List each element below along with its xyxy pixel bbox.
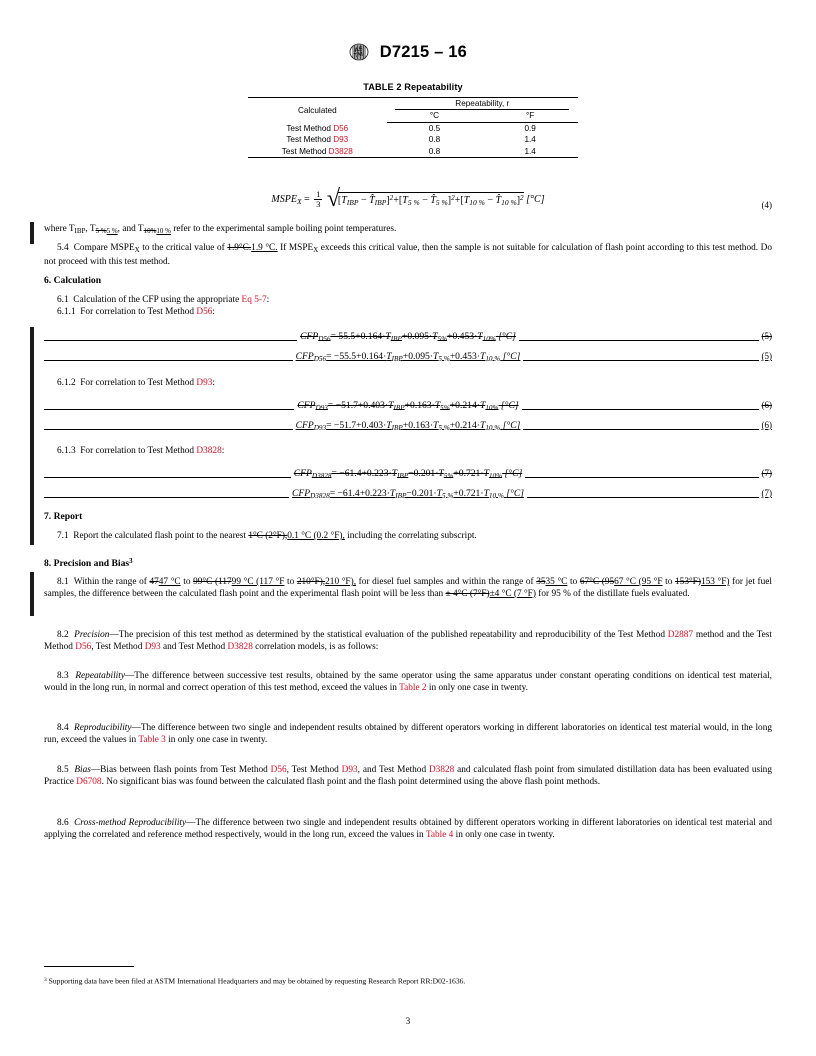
- paragraph-6-1-2: 6.1.2 For correlation to Test Method D93…: [57, 378, 216, 388]
- paragraph-8-4: 8.4 Reproducibility—The difference betwe…: [44, 723, 772, 745]
- cell-f: 1.4: [482, 145, 578, 158]
- paragraph-8-5: 8.5 Bias—Bias between flash points from …: [44, 765, 772, 787]
- link-eq-5-7[interactable]: Eq 5-7: [242, 295, 267, 305]
- th-fahrenheit: °F: [482, 110, 578, 123]
- paragraph-8-2: 8.2 Precision—The precision of this test…: [44, 630, 772, 652]
- equation-4-number: (4): [761, 200, 773, 210]
- fraction-one-third: 13: [314, 190, 323, 209]
- page-number: 3: [405, 1016, 411, 1026]
- section-7-heading: 7. Report: [44, 511, 83, 522]
- square-root: √ [TIBP − T̂IBP]2+[T5 % − T̂5 %]2+[T10 %…: [326, 185, 524, 212]
- paragraph-6-1-1: 6.1.1 For correlation to Test Method D56…: [57, 307, 216, 317]
- link-d93[interactable]: D93: [342, 765, 358, 775]
- equation-5-deleted: CFPD56= 55.5+0.164·TIBP+0.095·T5%+0.453·…: [44, 331, 772, 349]
- link-d56[interactable]: D56: [75, 642, 91, 652]
- astm-logo-icon: AS TM: [349, 42, 369, 67]
- th-celsius: °C: [386, 110, 483, 123]
- equation-6-number: (6): [758, 420, 772, 430]
- equation-6-deleted: CFPD93= −51.7+0.403·TIBP+0.163·T5%+0.214…: [44, 400, 772, 418]
- link-d56[interactable]: D56: [271, 765, 287, 775]
- paragraph-8-3: 8.3 Repeatability—The difference between…: [44, 671, 772, 693]
- cell-method: Test Method D56: [286, 123, 349, 133]
- th-repeatability-group: Repeatability, r: [386, 97, 578, 111]
- equation-7-deleted: CFPD3828= −61.4+0.223·TIBP−0.201·T5%+0.7…: [44, 468, 772, 486]
- link-d2887[interactable]: D2887: [668, 630, 693, 640]
- equation-7-number: (7): [758, 488, 772, 498]
- document-page: AS TM D7215 – 16 TABLE 2 Repeatability C…: [0, 0, 816, 1056]
- change-bar: [30, 572, 34, 616]
- link-d3828[interactable]: D3828: [429, 765, 454, 775]
- page-header: AS TM D7215 – 16: [0, 42, 816, 67]
- link-d3828[interactable]: D3828: [329, 147, 353, 156]
- equation-4: MSPEX = 13 √ [TIBP − T̂IBP]2+[T5 % − T̂5…: [44, 185, 773, 224]
- link-d6708[interactable]: D6708: [76, 777, 101, 787]
- equation-7-inserted: CFPD3828= −61.4+0.223·TIBP−0.201·T5 %+0.…: [44, 488, 772, 506]
- cell-method: Test Method D3828: [248, 145, 387, 158]
- table-row: Test Method D93 0.8 1.4: [248, 134, 578, 145]
- section-6-heading: 6. Calculation: [44, 275, 102, 286]
- link-d93[interactable]: D93: [145, 642, 161, 652]
- cell-method: Test Method D93: [286, 135, 349, 145]
- th-calculated: Calculated: [248, 97, 387, 123]
- equation-6-number: (6): [758, 400, 772, 410]
- link-table-2[interactable]: Table 2: [399, 683, 427, 693]
- equation-5-inserted: CFPD56= −55.5+0.164·TIBP+0.095·T5 %+0.45…: [44, 351, 772, 369]
- link-d93[interactable]: D93: [196, 378, 212, 388]
- paragraph-7-1: 7.1 Report the calculated flash point to…: [57, 531, 477, 541]
- table-2-title: TABLE 2 Repeatability: [363, 82, 463, 92]
- section-8-heading: 8. Precision and Bias3: [44, 557, 133, 569]
- cell-c: 0.5: [428, 123, 441, 133]
- link-table-3[interactable]: Table 3: [138, 735, 166, 745]
- equation-6-inserted: CFPD93= −51.7+0.403·TIBP+0.163·T5 %+0.21…: [44, 420, 772, 438]
- link-d93[interactable]: D93: [333, 135, 348, 144]
- footnote-3: 3 Supporting data have been filed at AST…: [44, 976, 466, 986]
- link-table-4[interactable]: Table 4: [426, 830, 454, 840]
- footnote-rule: [44, 966, 134, 968]
- change-bar: [30, 327, 34, 545]
- link-d56[interactable]: D56: [196, 307, 212, 317]
- table-header-row: Calculated Repeatability, r: [248, 97, 578, 123]
- cell-c: 0.8: [386, 145, 483, 158]
- document-designation: D7215 – 16: [379, 43, 468, 61]
- cell-f: 1.4: [524, 135, 536, 145]
- link-d3828[interactable]: D3828: [228, 642, 253, 652]
- equation-4-body: MSPEX = 13 √ [TIBP − T̂IBP]2+[T5 % − T̂5…: [271, 185, 545, 212]
- table-row: Test Method D3828 0.8 1.4: [248, 145, 578, 158]
- paragraph-8-1: 8.1 Within the range of 4747 °C to 99°C …: [44, 577, 772, 599]
- equation-5-number: (5): [758, 331, 772, 341]
- cell-c: 0.8: [428, 135, 441, 145]
- link-d3828[interactable]: D3828: [196, 446, 221, 456]
- equation-5-number: (5): [758, 351, 772, 361]
- table-2-container: TABLE 2 Repeatability Calculated Repeata…: [248, 82, 578, 158]
- paragraph-5-4: 5.4 Compare MSPEX to the critical value …: [44, 243, 772, 267]
- link-d56[interactable]: D56: [333, 124, 348, 133]
- equation-7-number: (7): [758, 468, 772, 478]
- change-bar: [30, 222, 34, 244]
- table-2: Calculated Repeatability, r °C °F Test M…: [248, 97, 578, 158]
- paragraph-8-6: 8.6 Cross-method Reproducibility—The dif…: [44, 818, 773, 840]
- table-row: Test Method D56 0.5 0.9: [248, 122, 578, 134]
- paragraph-6-1-3: 6.1.3 For correlation to Test Method D38…: [57, 446, 225, 456]
- cell-f: 0.9: [524, 123, 536, 133]
- paragraph-6-1: 6.1 Calculation of the CFP using the app…: [57, 295, 270, 305]
- where-paragraph: where TIBP, T5 %5 %, and T10%10 % refer …: [44, 224, 397, 235]
